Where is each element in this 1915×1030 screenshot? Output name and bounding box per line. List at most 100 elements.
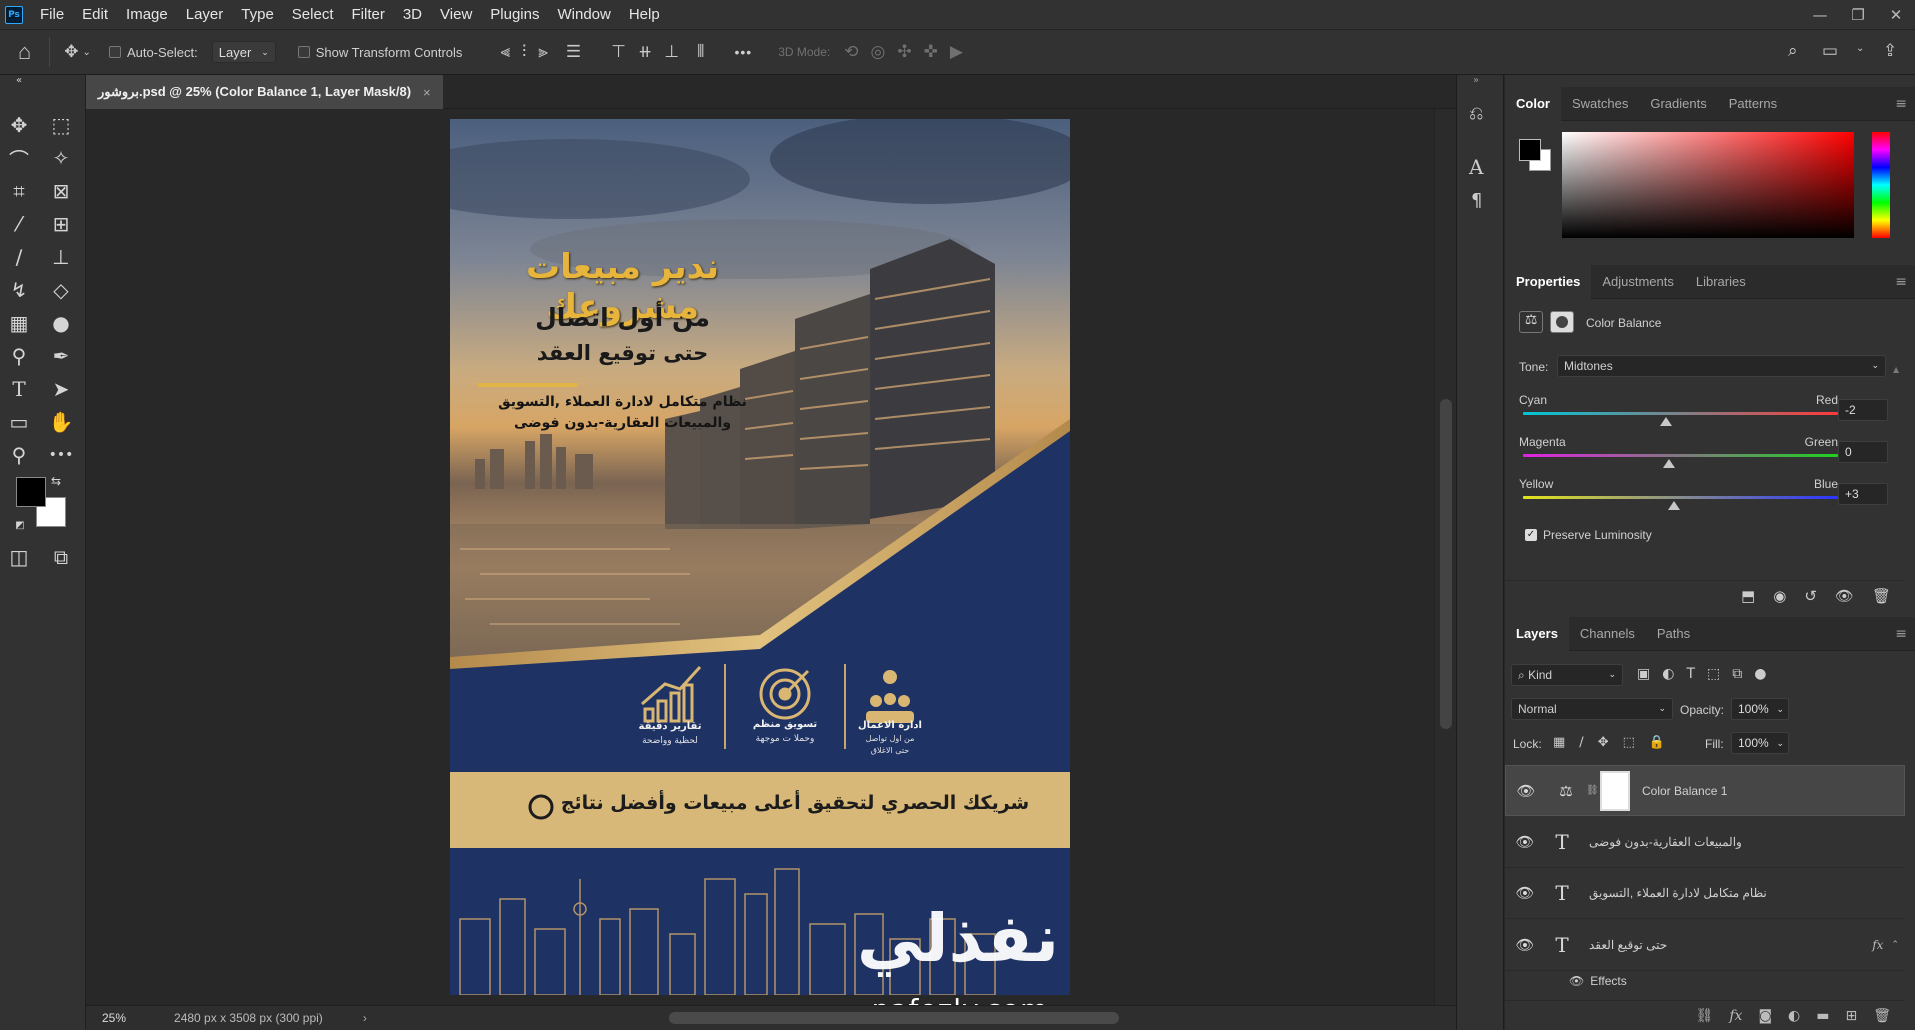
marquee-tool-icon[interactable]: ⬚: [46, 111, 76, 139]
preserve-luminosity-checkbox[interactable]: ✓: [1525, 529, 1537, 541]
lock-all-icon[interactable]: 🔒: [1649, 735, 1665, 750]
transform-controls-checkbox[interactable]: [297, 46, 310, 58]
lasso-tool-icon[interactable]: ⌒: [4, 144, 34, 172]
hue-slider[interactable]: [1872, 132, 1890, 238]
history-brush-icon[interactable]: ↯: [4, 276, 34, 304]
zoom-level[interactable]: 25%: [102, 1011, 126, 1025]
scroll-thumb[interactable]: [1440, 399, 1452, 729]
align-center-icon[interactable]: ⫶: [522, 42, 526, 62]
foreground-color-swatch[interactable]: [1519, 139, 1541, 161]
eye-icon[interactable]: 👁: [1505, 884, 1545, 902]
yellow-blue-value[interactable]: +3: [1838, 483, 1888, 505]
eye-icon[interactable]: 👁: [1506, 782, 1546, 800]
link-layers-icon[interactable]: ⛓: [1696, 1008, 1714, 1024]
distribute-icon[interactable]: ☰: [566, 42, 581, 62]
pen-tool-icon[interactable]: ✒: [46, 342, 76, 370]
layer-mask-thumbnail[interactable]: [1600, 770, 1630, 811]
align-bottom-icon[interactable]: ⊥: [664, 42, 679, 62]
zoom-tool-icon[interactable]: ⚲: [4, 441, 34, 469]
eye-icon[interactable]: 👁: [1569, 974, 1584, 988]
collapse-icon[interactable]: »: [1473, 75, 1479, 86]
layer-row[interactable]: 👁 ⚖ ⛓ Color Balance 1: [1505, 765, 1905, 816]
collapse-icon[interactable]: «: [4, 75, 34, 86]
menu-help[interactable]: Help: [620, 6, 669, 23]
frame-tool-icon[interactable]: ⊠: [46, 177, 76, 205]
move-tool-icon[interactable]: ✥: [4, 111, 34, 139]
panel-menu-icon[interactable]: ≡: [1895, 96, 1907, 112]
lock-position-icon[interactable]: ✥: [1598, 735, 1609, 750]
opacity-field[interactable]: 100% ⌄: [1731, 698, 1789, 720]
menu-view[interactable]: View: [431, 6, 481, 23]
new-layer-icon[interactable]: ⊞: [1845, 1008, 1857, 1024]
tab-color[interactable]: Color: [1505, 86, 1561, 121]
mask-icon[interactable]: [1550, 311, 1574, 333]
quick-mask-icon[interactable]: ◫: [4, 543, 34, 571]
menu-filter[interactable]: Filter: [343, 6, 394, 23]
spot-heal-icon[interactable]: ⊞: [46, 210, 76, 238]
fx-icon[interactable]: fx: [1729, 1008, 1742, 1024]
effects-row[interactable]: 👁 Effects: [1569, 974, 1627, 988]
dodge-tool-icon[interactable]: ⚲: [4, 342, 34, 370]
eraser-icon[interactable]: ◇: [46, 276, 76, 304]
magenta-green-slider[interactable]: [1523, 454, 1838, 457]
view-previous-icon[interactable]: ◉: [1773, 587, 1786, 605]
tab-properties[interactable]: Properties: [1505, 264, 1592, 299]
3d-slide-icon[interactable]: ✜: [924, 42, 938, 62]
panel-menu-icon[interactable]: ≡: [1895, 274, 1907, 290]
foreground-color-swatch[interactable]: [16, 477, 46, 507]
tab-libraries[interactable]: Libraries: [1685, 265, 1757, 299]
chevron-down-icon[interactable]: ⌄: [1856, 43, 1864, 54]
align-middle-icon[interactable]: ⧺: [638, 42, 652, 62]
menu-3d[interactable]: 3D: [394, 6, 431, 23]
auto-select-dropdown[interactable]: Layer ⌄: [211, 41, 276, 63]
home-icon[interactable]: ⌂: [18, 39, 31, 65]
restore-icon[interactable]: ❐: [1839, 0, 1877, 29]
brush-tool-icon[interactable]: ∕: [4, 243, 34, 271]
filter-smart-icon[interactable]: ⧉: [1732, 666, 1742, 682]
eye-icon[interactable]: 👁: [1505, 833, 1545, 851]
magic-wand-icon[interactable]: ✧: [46, 144, 76, 172]
clip-to-layer-icon[interactable]: ⬒: [1741, 587, 1755, 605]
add-mask-icon[interactable]: ◙: [1758, 1008, 1772, 1024]
layer-row[interactable]: 👁 T حتى توقيع العقد fx ⌃: [1505, 920, 1905, 971]
menu-window[interactable]: Window: [548, 6, 619, 23]
magenta-green-value[interactable]: 0: [1838, 441, 1888, 463]
tab-swatches[interactable]: Swatches: [1561, 87, 1639, 121]
yellow-blue-slider[interactable]: [1523, 496, 1838, 499]
tab-layers[interactable]: Layers: [1505, 616, 1569, 651]
align-right-icon[interactable]: ⫸: [538, 42, 548, 62]
new-group-icon[interactable]: ▬: [1816, 1008, 1829, 1024]
link-icon[interactable]: ⛓: [1586, 785, 1600, 796]
auto-select-checkbox[interactable]: [108, 46, 121, 58]
scroll-thumb[interactable]: [668, 1012, 1119, 1024]
adjustment-layer-icon[interactable]: ◐: [1788, 1008, 1800, 1024]
more-options-icon[interactable]: •••: [734, 44, 752, 60]
align-top-icon[interactable]: ⊤: [611, 42, 626, 62]
type-tool-icon[interactable]: T: [4, 375, 34, 403]
path-select-icon[interactable]: ➤: [46, 375, 76, 403]
filter-adjustment-icon[interactable]: ◐: [1662, 666, 1674, 682]
paragraph-panel-icon[interactable]: ¶: [1471, 190, 1482, 211]
cyan-red-thumb[interactable]: [1660, 417, 1672, 426]
3d-camera-icon[interactable]: ▶: [950, 42, 963, 62]
filter-pixel-icon[interactable]: ▣: [1637, 666, 1650, 682]
rectangle-tool-icon[interactable]: ▭: [4, 408, 34, 436]
workspace-icon[interactable]: ▭: [1822, 41, 1838, 61]
swap-colors-icon[interactable]: ⇆: [46, 471, 66, 491]
align-left-icon[interactable]: ⫷: [500, 42, 510, 62]
close-tab-icon[interactable]: ×: [423, 85, 431, 100]
document-tab[interactable]: بروشور.psd @ 25% (Color Balance 1, Layer…: [86, 75, 443, 109]
crop-tool-icon[interactable]: ⌗: [4, 177, 34, 205]
cyan-red-slider[interactable]: [1523, 412, 1838, 415]
close-icon[interactable]: ✕: [1877, 0, 1915, 29]
delete-layer-icon[interactable]: 🗑: [1873, 1008, 1891, 1024]
panel-menu-icon[interactable]: ≡: [1895, 626, 1907, 642]
blend-mode-dropdown[interactable]: Normal ⌄: [1511, 698, 1673, 720]
3d-pan-icon[interactable]: ✣: [897, 42, 911, 62]
menu-select[interactable]: Select: [283, 6, 343, 23]
character-panel-icon[interactable]: A: [1469, 155, 1483, 179]
layer-filter-dropdown[interactable]: ⌕ Kind ⌄: [1511, 664, 1623, 686]
lock-transparent-icon[interactable]: ▦: [1553, 735, 1565, 750]
filter-type-icon[interactable]: T: [1686, 666, 1695, 682]
default-colors-icon[interactable]: ◩: [10, 515, 30, 535]
